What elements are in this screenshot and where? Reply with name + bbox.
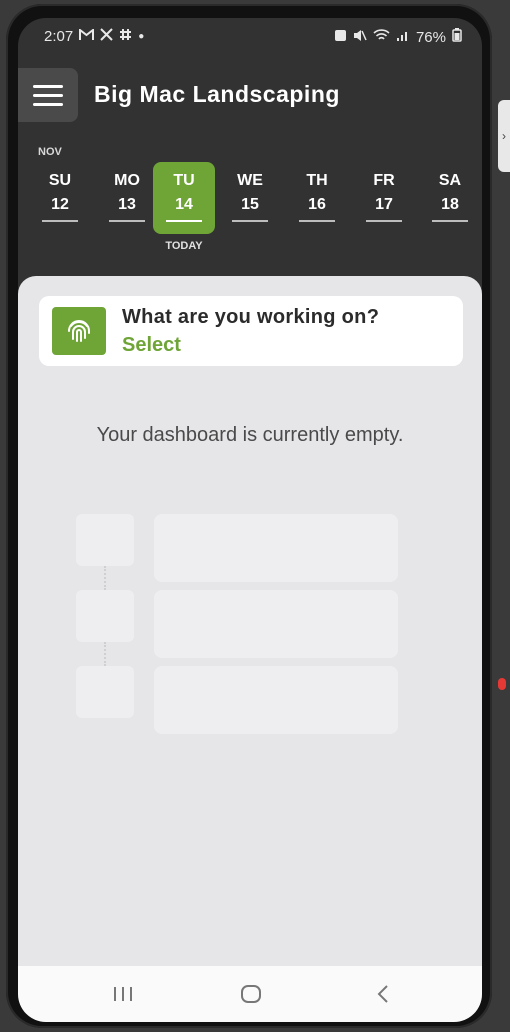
today-label: TODAY (165, 240, 203, 252)
battery-icon (452, 28, 462, 46)
menu-button[interactable] (18, 68, 78, 122)
placeholder-row (18, 666, 482, 734)
status-bar: 2:07 ● 76% (18, 18, 482, 58)
placeholder-row (18, 590, 482, 658)
day-mo[interactable]: MO 13 (97, 162, 157, 234)
work-question: What are you working on? (122, 306, 380, 328)
empty-dashboard-message: Your dashboard is currently empty. (96, 424, 404, 446)
x-icon (100, 28, 113, 45)
work-selection-card[interactable]: What are you working on? Select (39, 296, 463, 366)
day-number: 13 (118, 196, 136, 213)
day-number: 15 (241, 196, 259, 213)
day-th[interactable]: TH 16 (287, 162, 347, 234)
fingerprint-icon (52, 307, 106, 355)
dashboard-content: What are you working on? Select Your das… (18, 276, 482, 976)
day-sa[interactable]: SA 18 (420, 162, 480, 234)
wifi-icon (373, 28, 390, 46)
hamburger-icon-line (33, 93, 63, 97)
placeholder-square (76, 590, 134, 642)
placeholder-square (76, 666, 134, 718)
day-underline (299, 220, 335, 222)
chevron-right-icon: › (502, 129, 506, 143)
hamburger-icon-line (33, 102, 63, 106)
android-nav-bar (18, 966, 482, 1022)
day-underline (166, 220, 202, 222)
day-fr[interactable]: FR 17 (354, 162, 414, 234)
select-link[interactable]: Select (122, 334, 181, 357)
home-button[interactable] (236, 982, 266, 1006)
day-tu-selected[interactable]: TU 14 (153, 162, 215, 234)
day-name: TH (306, 172, 328, 189)
day-name: TU (173, 172, 195, 189)
day-underline (432, 220, 468, 222)
day-su[interactable]: SU 12 (30, 162, 90, 234)
placeholder-bar (154, 514, 398, 582)
hamburger-icon-line (33, 84, 63, 88)
notification-dot (498, 678, 506, 690)
day-underline (232, 220, 268, 222)
placeholder-row (18, 514, 482, 582)
day-name: SU (48, 172, 72, 189)
day-name: SA (438, 172, 462, 189)
day-number: 18 (441, 196, 459, 213)
placeholder-bar (154, 590, 398, 658)
week-strip: SU 12 MO 13 TU 14 WE 15 TH 16 FR 17 SA 1… (30, 162, 476, 262)
day-number: 16 (308, 196, 326, 213)
side-panel-handle[interactable]: › (498, 100, 510, 172)
day-underline (42, 220, 78, 222)
placeholder-square (76, 514, 134, 566)
day-underline (366, 220, 402, 222)
placeholder-bar (154, 666, 398, 734)
battery-label: 76% (415, 28, 446, 46)
mute-icon (353, 29, 367, 46)
app-title: Big Mac Landscaping (94, 81, 340, 107)
signal-icon (396, 29, 410, 46)
placeholder-connector (104, 642, 106, 666)
day-underline (109, 220, 145, 222)
slack-icon (119, 28, 132, 45)
calendar-month: NOV (38, 146, 62, 158)
back-button[interactable] (368, 982, 398, 1006)
nfc-icon (334, 29, 347, 46)
placeholder-connector (104, 566, 106, 590)
day-we[interactable]: WE 15 (220, 162, 280, 234)
screen: 2:07 ● 76% Big Mac Landscaping NOV SU 12… (18, 18, 482, 1022)
status-time: 2:07 (44, 28, 74, 45)
day-number: 14 (175, 196, 193, 213)
mail-icon (79, 27, 95, 45)
dot-icon: ● (138, 31, 145, 42)
day-number: 12 (51, 196, 69, 213)
day-name: FR (373, 172, 395, 189)
app-header: Big Mac Landscaping (18, 68, 482, 122)
day-name: WE (237, 172, 263, 189)
day-number: 17 (375, 196, 393, 213)
day-name: MO (114, 172, 140, 189)
recent-apps-button[interactable] (108, 982, 138, 1006)
